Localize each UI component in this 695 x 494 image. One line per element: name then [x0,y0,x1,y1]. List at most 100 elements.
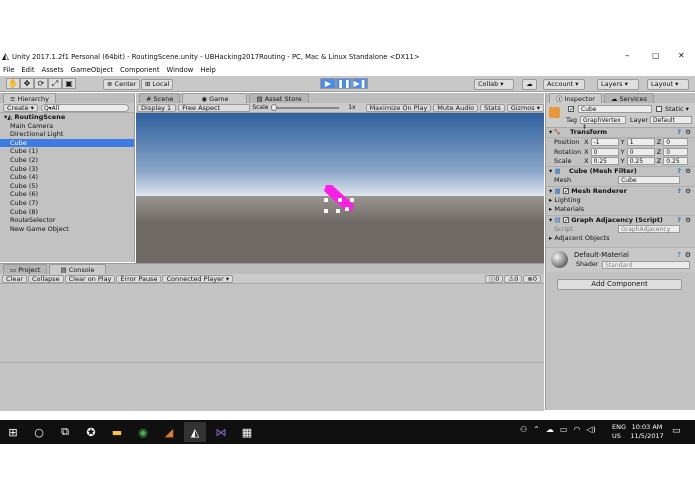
account-button[interactable]: Account ▾ [543,79,585,90]
help-icon[interactable]: ? [677,167,681,176]
task-view-icon[interactable]: ⧉ [54,422,76,442]
graph-adjacency-checkbox[interactable] [562,216,569,223]
rotation-y-field[interactable]: 0 [626,147,655,156]
list-item[interactable]: Main Camera [0,122,134,131]
list-item[interactable]: Cube (8) [0,208,134,217]
position-z-field[interactable]: 0 [663,138,689,147]
rotation-z-field[interactable]: 0 [663,147,689,156]
rect-tool-icon[interactable]: ▣ [62,78,76,89]
tab-scene[interactable]: # Scene [139,93,181,103]
pivot-local-button[interactable]: ⊞ Local [141,79,174,90]
static-checkbox[interactable] [656,106,662,112]
minimize-button[interactable]: – [625,51,630,61]
menu-component[interactable]: Component [120,66,159,74]
aspect-dropdown[interactable]: Free Aspect [178,103,251,112]
position-x-field[interactable]: -1 [590,138,619,147]
tab-game[interactable]: ◉ Game [182,93,248,103]
action-center-icon[interactable]: ▭ [672,426,681,436]
language-indicator[interactable]: ENG [612,423,626,432]
clock-time[interactable]: 10:03 AM [630,423,664,432]
list-item[interactable]: Directional Light [0,130,134,139]
clear-button[interactable]: Clear [2,274,27,283]
collab-button[interactable]: Collab ▾ [474,79,514,90]
hand-tool-icon[interactable]: ✋ [6,78,20,89]
mute-audio-toggle[interactable]: Mute Audio [433,103,479,112]
visual-studio-icon[interactable]: ⋈ [210,422,232,442]
graph-adjacency-header[interactable]: ▾ ▤ Graph Adjacency (Script) ? ⚙ [546,214,695,225]
static-dropdown[interactable]: Static ▾ [665,105,689,113]
cloud-button[interactable]: ☁ [522,79,537,90]
step-button[interactable]: ▶❚ [352,78,368,89]
list-item[interactable]: Cube (4) [0,173,134,182]
tab-services[interactable]: ☁ Services [603,93,654,103]
position-y-field[interactable]: 1 [626,138,655,147]
materials-foldout[interactable]: ▸ Materials [546,205,695,214]
scene-root[interactable]: ▾◭ RoutingScene [0,113,134,122]
add-component-button[interactable]: Add Component [557,278,682,290]
create-button[interactable]: Create ▾ [3,103,38,112]
list-item[interactable]: Cube (2) [0,156,134,165]
rotate-tool-icon[interactable]: ⟳ [34,78,48,89]
adjacent-objects-foldout[interactable]: ▸ Adjacent Objects [546,234,695,243]
battery-icon[interactable]: ▭ [560,425,568,434]
matlab-icon[interactable]: ◢ [158,422,180,442]
active-checkbox[interactable] [568,106,574,112]
settings-icon[interactable]: ⚙ [685,187,691,196]
shader-dropdown[interactable]: Standard [602,260,690,269]
app-icon[interactable]: ✪ [80,422,102,442]
tab-project[interactable]: ▭ Project [3,264,48,274]
list-item[interactable]: Cube (5) [0,182,134,191]
menu-edit[interactable]: Edit [21,66,34,74]
warning-count-toggle[interactable]: ⚠0 [504,274,523,283]
rotation-x-field[interactable]: 0 [590,147,619,156]
move-tool-icon[interactable]: ✥ [20,78,34,89]
tab-console[interactable]: ▤ Console [49,264,106,274]
tab-hierarchy[interactable]: ≡ Hierarchy [3,93,56,103]
game-viewport[interactable] [136,113,544,263]
chrome-icon[interactable]: ◉ [132,422,154,442]
tab-inspector[interactable]: ⓘ Inspector [549,93,602,103]
help-icon[interactable]: ? [677,187,681,196]
volume-icon[interactable]: ◁) [586,425,595,434]
help-icon[interactable]: ? [677,216,681,225]
layout-button[interactable]: Layout ▾ [647,79,689,90]
scale-z-field[interactable]: 0.25 [663,156,689,165]
wifi-icon[interactable]: ◠ [573,425,580,434]
list-item[interactable]: Cube (7) [0,199,134,208]
object-name-input[interactable]: Cube [578,105,652,113]
layer-dropdown[interactable]: Default [650,116,692,124]
calculator-icon[interactable]: ▦ [236,422,258,442]
cloud-sync-icon[interactable]: ☁ [546,425,554,434]
menu-assets[interactable]: Assets [42,66,64,74]
list-item[interactable]: RouteSelector [0,216,134,225]
help-icon[interactable]: ? [677,251,681,259]
close-button[interactable]: ✕ [678,51,685,60]
menu-gameobject[interactable]: GameObject [71,66,113,74]
mesh-renderer-header[interactable]: ▾ ▦ Mesh Renderer ? ⚙ [546,185,695,196]
connected-player-dropdown[interactable]: Connected Player ▾ [162,274,234,283]
list-item[interactable]: New Game Object [0,225,134,234]
tab-asset-store[interactable]: ▤ Asset Store [249,93,309,103]
scale-x-field[interactable]: 0.25 [590,156,619,165]
list-item[interactable]: Cube (3) [0,165,134,174]
settings-icon[interactable]: ⚙ [685,216,691,225]
console-log-area[interactable] [0,284,544,363]
log-count-toggle[interactable]: ⓘ0 [484,274,504,283]
maximize-button[interactable]: ▢ [652,51,660,60]
clear-on-play-toggle[interactable]: Clear on Play [64,274,116,283]
mesh-filter-header[interactable]: ▾ ▦ Cube (Mesh Filter) ? ⚙ [546,166,695,176]
cortana-search-icon[interactable]: ○ [28,422,50,442]
settings-icon[interactable]: ⚙ [685,128,691,137]
mesh-renderer-checkbox[interactable] [562,187,569,194]
hierarchy-search-input[interactable]: Q▾All [40,103,129,112]
list-item[interactable]: Cube (1) [0,147,134,156]
help-icon[interactable]: ? [677,128,681,137]
error-count-toggle[interactable]: ⊗0 [523,274,541,283]
settings-icon[interactable]: ⚙ [685,251,691,259]
list-item[interactable]: Cube (6) [0,190,134,199]
menu-window[interactable]: Window [167,66,194,74]
collapse-toggle[interactable]: Collapse [28,274,64,283]
tag-dropdown[interactable]: GraphVertex ‡ [580,116,626,131]
list-item[interactable]: Cube [0,138,134,148]
scale-y-field[interactable]: 0.25 [626,156,655,165]
